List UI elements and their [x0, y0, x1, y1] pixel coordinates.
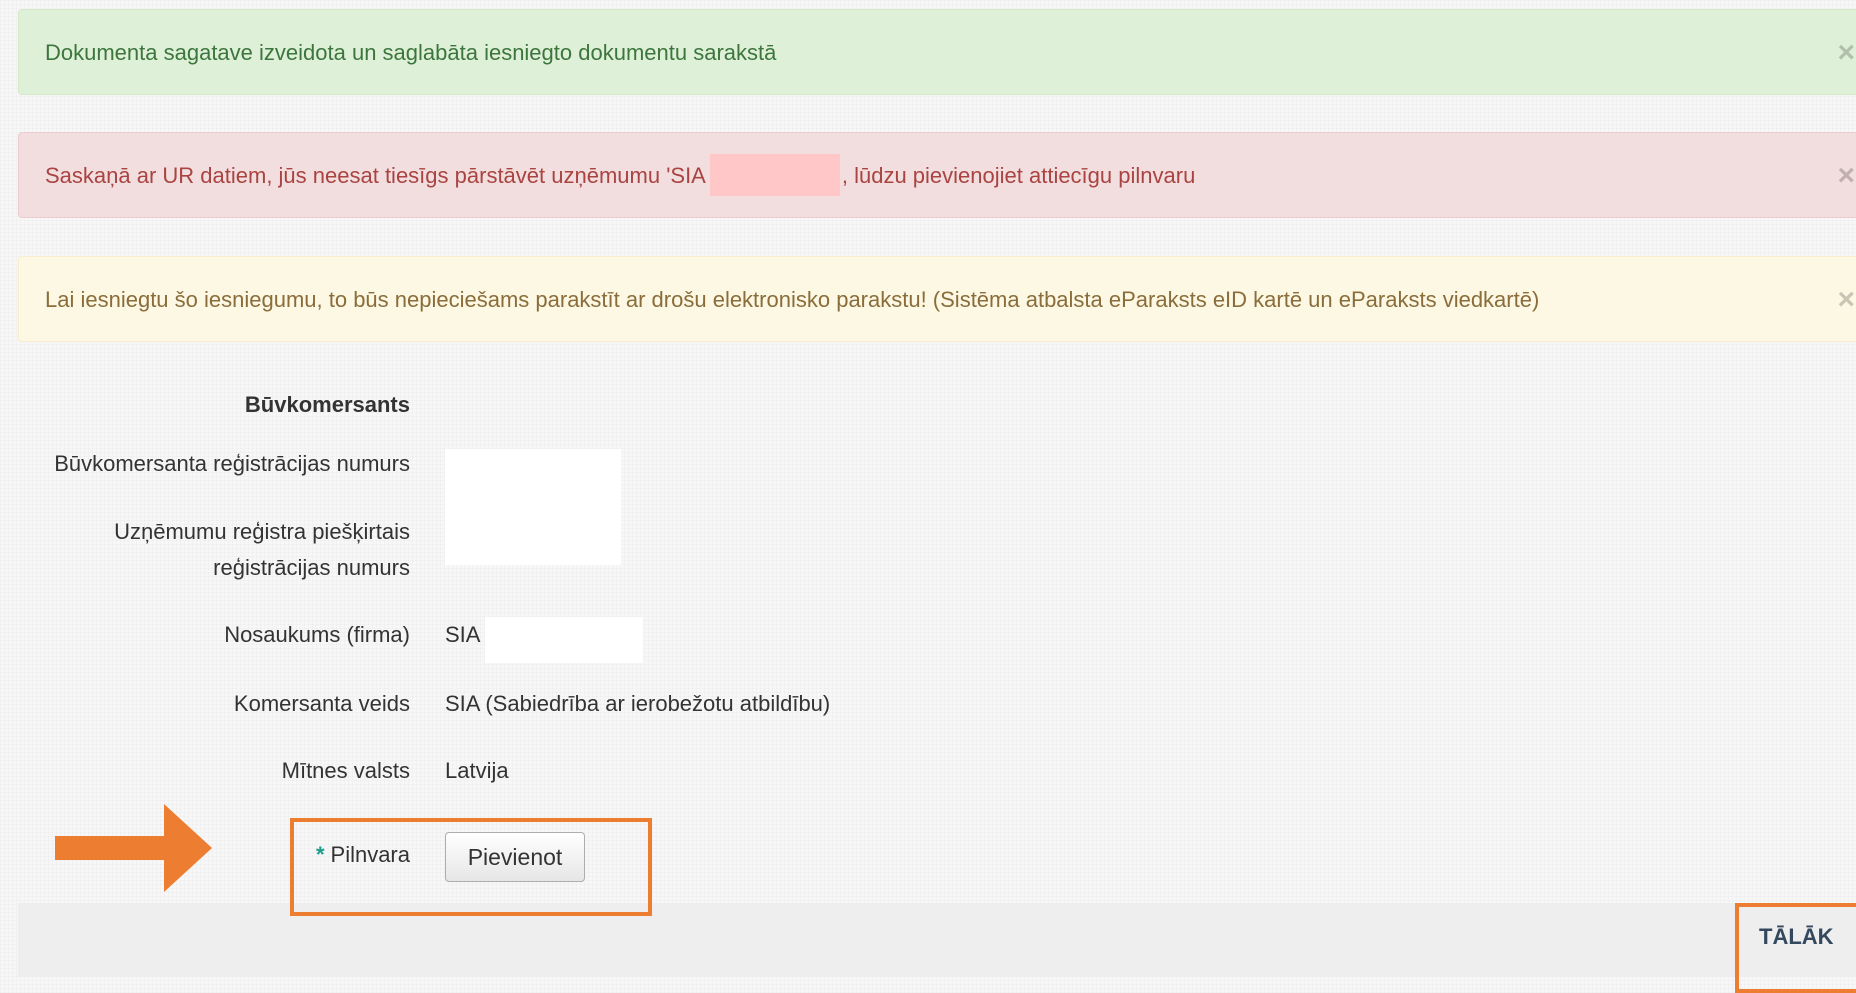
close-icon[interactable]: ×: [1837, 257, 1855, 343]
redacted-company-name-field: [485, 617, 643, 663]
name-label: Nosaukums (firma): [224, 622, 410, 647]
type-label: Komersanta veids: [233, 691, 410, 716]
country-label: Mītnes valsts: [281, 758, 410, 783]
ur-number-label-line1: Uzņēmumu reģistra piešķirtais: [114, 519, 410, 544]
danger-alert: Saskaņā ar UR datiem, jūs neesat tiesīgs…: [18, 132, 1856, 218]
arrow-right-icon: [55, 804, 212, 892]
close-icon[interactable]: ×: [1837, 10, 1855, 96]
warning-alert: Lai iesniegtu šo iesniegumu, to būs nepi…: [18, 256, 1856, 342]
redacted-company-name: [709, 154, 840, 197]
success-alert: Dokumenta sagatave izveidota un saglabāt…: [18, 9, 1856, 95]
highlight-box-next: [1735, 903, 1856, 993]
close-icon[interactable]: ×: [1837, 133, 1855, 219]
section-title: Būvkomersants: [244, 392, 410, 417]
redacted-registration-numbers: [445, 449, 621, 565]
success-alert-text: Dokumenta sagatave izveidota un saglabāt…: [45, 40, 777, 65]
type-value: SIA (Sabiedrība ar ierobežotu atbildību): [445, 691, 831, 716]
warning-alert-text: Lai iesniegtu šo iesniegumu, to būs nepi…: [45, 287, 1540, 312]
highlight-box-authorization: [290, 818, 652, 916]
danger-alert-text-start: Saskaņā ar UR datiem, jūs neesat tiesīgs…: [45, 163, 706, 188]
country-value: Latvija: [445, 758, 509, 783]
reg-number-label: Būvkomersanta reģistrācijas numurs: [54, 451, 410, 476]
name-value: SIA: [445, 622, 481, 647]
ur-number-label-line2: reģistrācijas numurs: [213, 555, 410, 580]
danger-alert-text-end: , lūdzu pievienojiet attiecīgu pilnvaru: [841, 163, 1196, 188]
